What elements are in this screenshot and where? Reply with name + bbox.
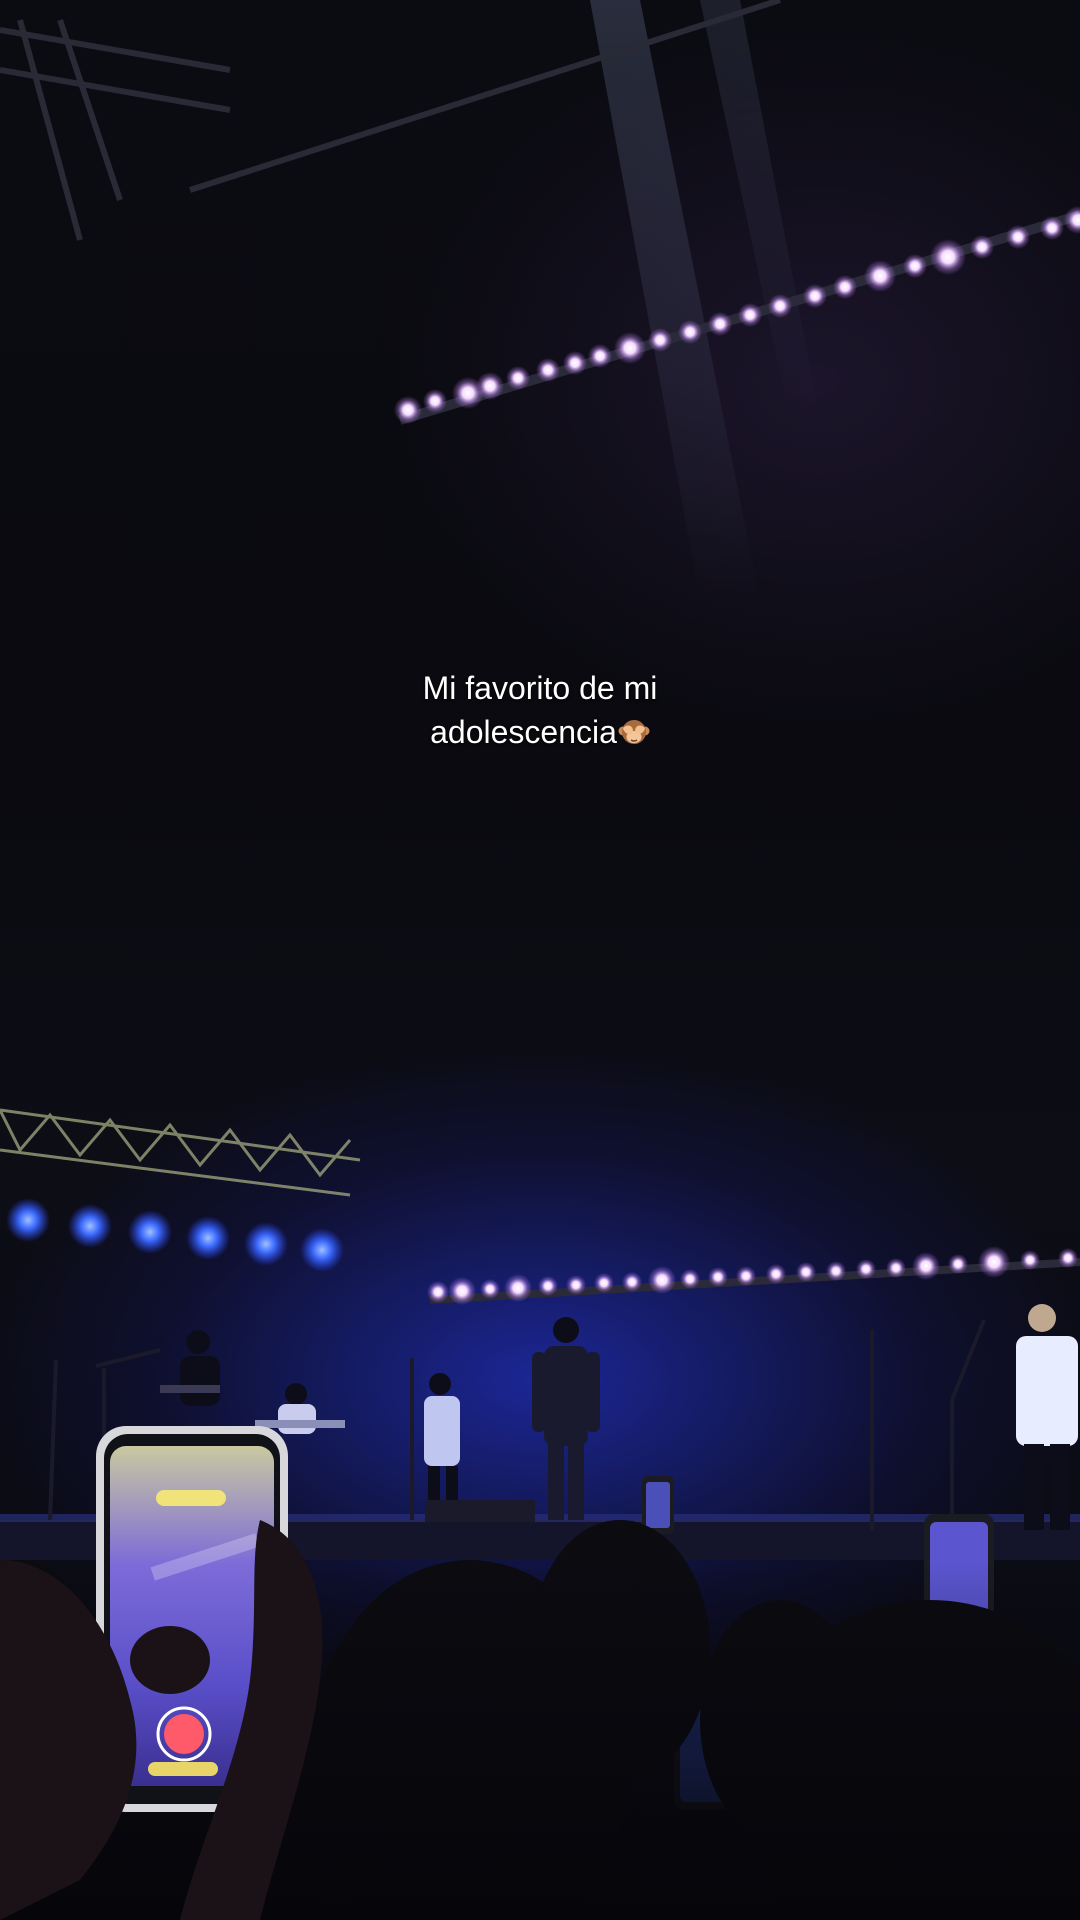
blue-spotlights xyxy=(6,1198,344,1272)
see-no-evil-monkey-icon xyxy=(618,720,650,744)
concert-scene-graphic xyxy=(0,0,1080,1920)
caption-line-2-text: adolescencia xyxy=(430,714,617,750)
video-caption: Mi favorito de mi adolescencia xyxy=(0,666,1080,754)
caption-line-2: adolescencia xyxy=(0,710,1080,754)
lower-light-rig xyxy=(427,1246,1078,1305)
concert-photo: Mi favorito de mi adolescencia xyxy=(0,0,1080,1920)
caption-line-1: Mi favorito de mi xyxy=(422,670,658,706)
stage-left-truss xyxy=(0,1108,361,1197)
